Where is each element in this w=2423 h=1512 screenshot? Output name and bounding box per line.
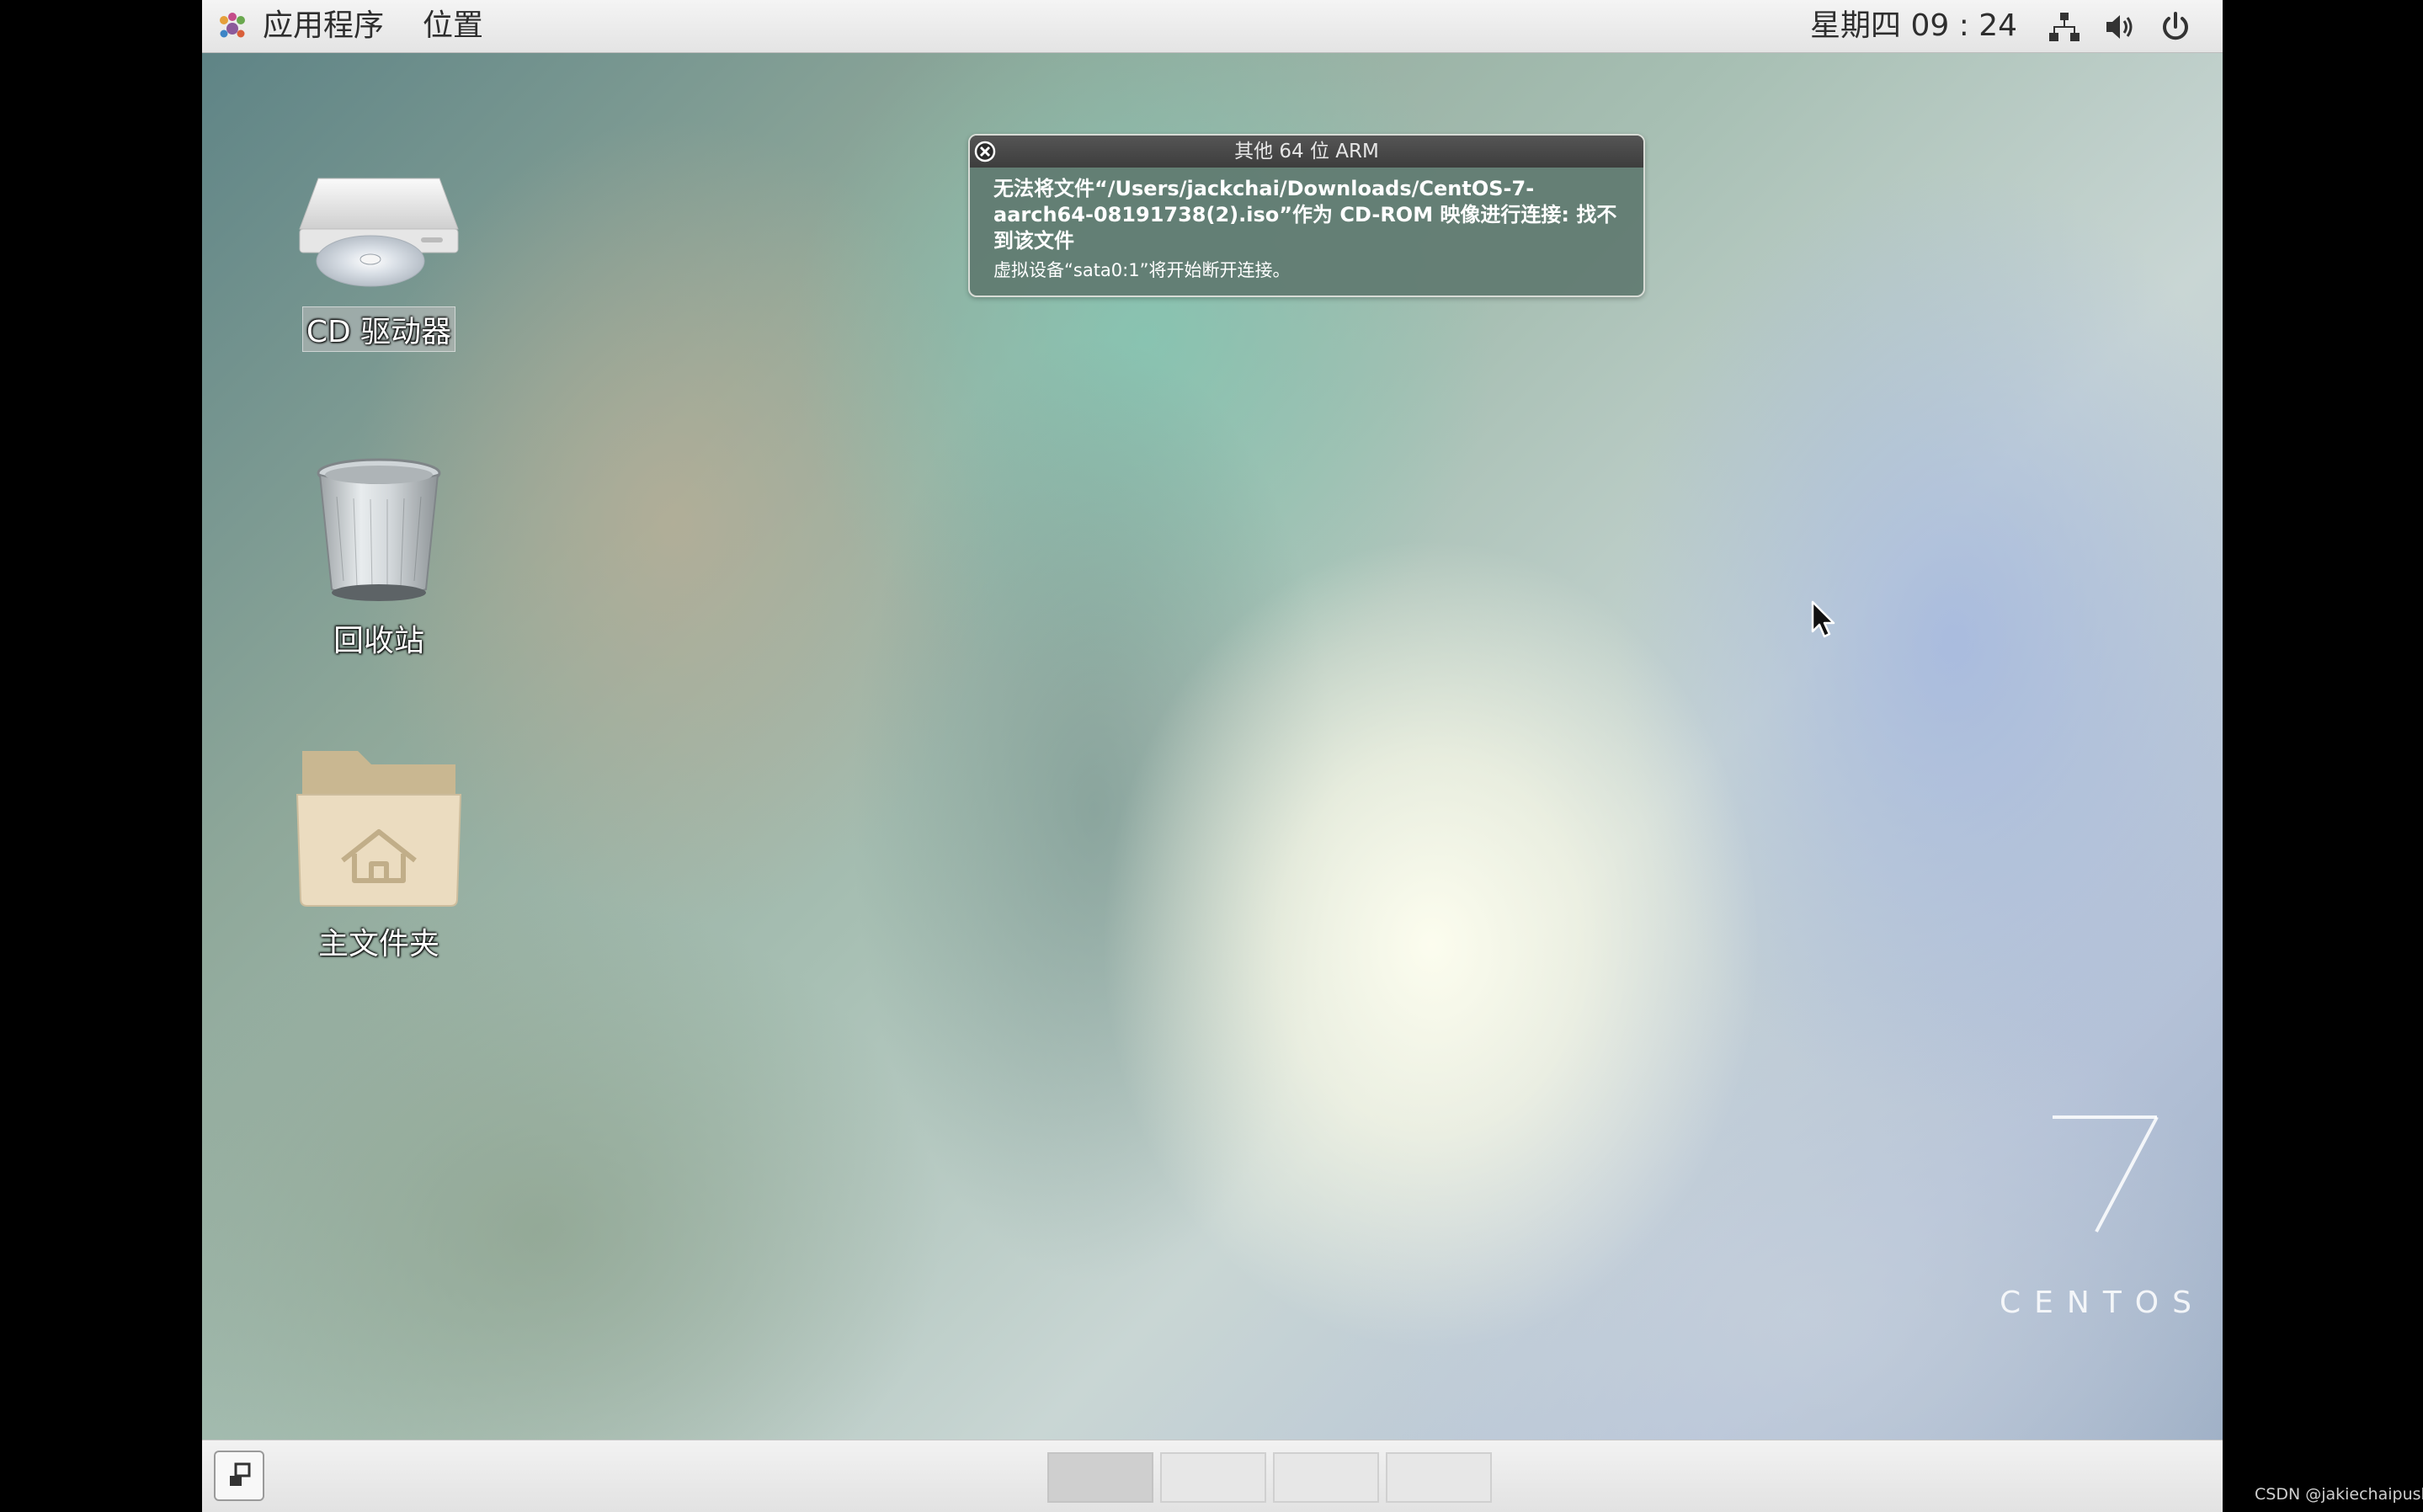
notification-detail: 虚拟设备“sata0:1”将开始断开连接。 xyxy=(993,260,1291,280)
cd-drive-icon xyxy=(299,178,459,287)
top-panel: 应用程序 位置 星期四 09 : 24 xyxy=(202,0,2223,53)
home-folder-icon xyxy=(296,751,462,907)
show-desktop-button[interactable] xyxy=(214,1451,264,1501)
desktop-icon-label: CD 驱动器 xyxy=(301,306,456,352)
centos-version-logo xyxy=(2053,1115,2159,1232)
notification-body: 无法将文件“/Users/jackchai/Downloads/CentOS-7… xyxy=(993,176,1633,283)
mouse-cursor-icon xyxy=(1811,600,1835,638)
places-menu[interactable]: 位置 xyxy=(423,5,483,47)
clock[interactable]: 星期四 09 : 24 xyxy=(1810,5,2017,47)
desktop-icon-cd-drive[interactable]: CD 驱动器 xyxy=(253,170,505,352)
workspace-1[interactable] xyxy=(1047,1452,1153,1503)
bottom-panel xyxy=(202,1440,2223,1512)
desktop-icon-label: 主文件夹 xyxy=(317,927,439,961)
volume-icon[interactable] xyxy=(2103,10,2137,44)
desktop-icon-trash[interactable]: 回收站 xyxy=(253,455,505,660)
notification-title: 其他 64 位 ARM xyxy=(1234,141,1379,162)
workspace-4[interactable] xyxy=(1386,1452,1492,1503)
notification-popup[interactable]: 其他 64 位 ARM 无法将文件“/Users/jackchai/Downlo… xyxy=(968,134,1645,297)
notification-message: 无法将文件“/Users/jackchai/Downloads/CentOS-7… xyxy=(993,177,1617,253)
workspace-3[interactable] xyxy=(1273,1452,1379,1503)
csdn-watermark: CSDN @jakiechaipush xyxy=(2255,1485,2423,1504)
close-icon[interactable] xyxy=(973,140,997,163)
power-icon[interactable] xyxy=(2159,10,2192,44)
notification-title-bar: 其他 64 位 ARM xyxy=(970,136,1643,168)
network-icon[interactable] xyxy=(2048,10,2081,44)
host-screen: CD 驱动器 回收站 主文件夹 其他 64 位 ARM 无法将文件“/Users… xyxy=(0,0,2423,1512)
desktop-icon-label: 回收站 xyxy=(333,624,424,658)
gnome-foot-icon[interactable] xyxy=(217,12,248,42)
desktop-background[interactable]: CD 驱动器 回收站 主文件夹 其他 64 位 ARM 无法将文件“/Users… xyxy=(202,52,2223,1440)
show-desktop-icon xyxy=(230,1462,251,1486)
centos-wordmark: CENTOS xyxy=(2000,1286,2205,1320)
applications-menu[interactable]: 应用程序 xyxy=(263,5,384,47)
vm-display[interactable]: CD 驱动器 回收站 主文件夹 其他 64 位 ARM 无法将文件“/Users… xyxy=(202,0,2223,1512)
trash-icon xyxy=(317,458,441,601)
desktop-icon-home-folder[interactable]: 主文件夹 xyxy=(253,741,505,963)
workspace-2[interactable] xyxy=(1160,1452,1266,1503)
